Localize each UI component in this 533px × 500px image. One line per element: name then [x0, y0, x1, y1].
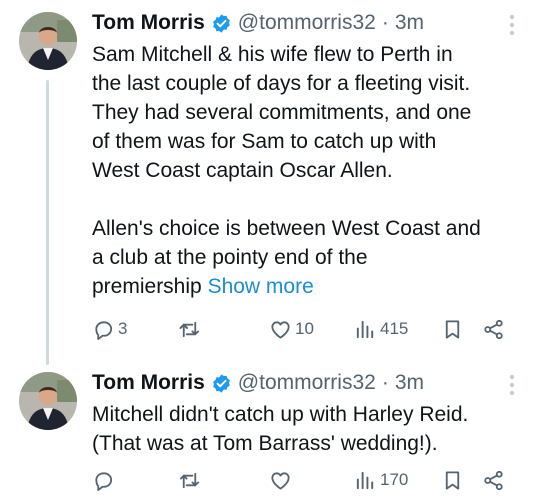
tweet-line: of them was for Sam to catch up with [92, 130, 437, 153]
tweet-header: Tom Morris @tommorris32 · 3m [92, 368, 523, 398]
tweet-text: Mitchell didn't catch up with Harley Rei… [92, 400, 522, 458]
repost-button[interactable] [178, 465, 201, 495]
separator-dot: · [381, 11, 389, 34]
share-button[interactable] [482, 465, 505, 495]
like-button[interactable]: 10 [269, 314, 314, 344]
author-handle[interactable]: @tommorris32 [238, 371, 376, 395]
tweet-line: (That was at Tom Barrass' wedding!). [92, 432, 438, 455]
author-name[interactable]: Tom Morris [92, 11, 205, 35]
heart-icon [271, 320, 290, 339]
bookmark-icon [445, 470, 460, 490]
reply-icon [95, 471, 113, 491]
show-more-link[interactable]: Show more [208, 275, 314, 298]
like-count: 10 [295, 319, 314, 338]
share-icon [484, 319, 503, 339]
repost-button[interactable] [178, 314, 201, 344]
reply-button[interactable] [92, 465, 115, 495]
more-options-icon[interactable] [509, 14, 515, 36]
tweet-line: a club at the pointy end of the [92, 246, 368, 269]
separator-dot: · [381, 371, 389, 394]
views-button[interactable]: 170 [354, 465, 408, 495]
view-count: 170 [380, 470, 409, 489]
repost-icon [179, 321, 200, 337]
view-count: 415 [380, 319, 409, 338]
views-chart-icon [356, 471, 374, 489]
like-button[interactable] [269, 465, 292, 495]
share-icon [484, 470, 503, 490]
reply-icon [95, 320, 113, 340]
reply-button[interactable]: 3 [92, 314, 127, 344]
views-button[interactable]: 415 [354, 314, 408, 344]
tweet-line: They had several commitments, and one [92, 101, 472, 124]
tweet[interactable]: Tom Morris @tommorris32 · 3m Mitchell di… [0, 360, 533, 500]
bookmark-icon [445, 319, 460, 339]
tweet-line: West Coast captain Oscar Allen. [92, 159, 393, 182]
tweet-line: premiership [92, 275, 202, 298]
timestamp[interactable]: 3m [395, 11, 424, 35]
tweet-line: Allen's choice is between West Coast and [92, 217, 481, 240]
author-name[interactable]: Tom Morris [92, 371, 205, 395]
share-button[interactable] [482, 314, 505, 344]
tweet-line: Sam Mitchell & his wife flew to Perth in [92, 43, 453, 66]
timestamp[interactable]: 3m [395, 371, 424, 395]
heart-icon [271, 471, 290, 490]
avatar[interactable] [19, 372, 77, 430]
avatar-image [19, 12, 77, 70]
tweet-header: Tom Morris @tommorris32 · 3m [92, 8, 523, 38]
avatar[interactable] [19, 12, 77, 70]
verified-badge-icon [212, 13, 230, 33]
tweet-line: the last couple of days for a fleeting v… [92, 72, 471, 95]
author-handle[interactable]: @tommorris32 [238, 11, 376, 35]
verified-badge-icon [212, 373, 230, 393]
bookmark-button[interactable] [441, 314, 464, 344]
tweet-line-last: premiership Show more [92, 272, 522, 301]
tweet-line: Mitchell didn't catch up with Harley Rei… [92, 403, 469, 426]
views-chart-icon [356, 320, 374, 338]
avatar-image [19, 372, 77, 430]
tweet[interactable]: Tom Morris @tommorris32 · 3m Sam Mitchel… [0, 0, 533, 360]
reply-count: 3 [118, 319, 128, 338]
more-options-icon[interactable] [509, 374, 515, 396]
repost-icon [179, 472, 200, 488]
bookmark-button[interactable] [441, 465, 464, 495]
tweet-text: Sam Mitchell & his wife flew to Perth in… [92, 40, 522, 301]
